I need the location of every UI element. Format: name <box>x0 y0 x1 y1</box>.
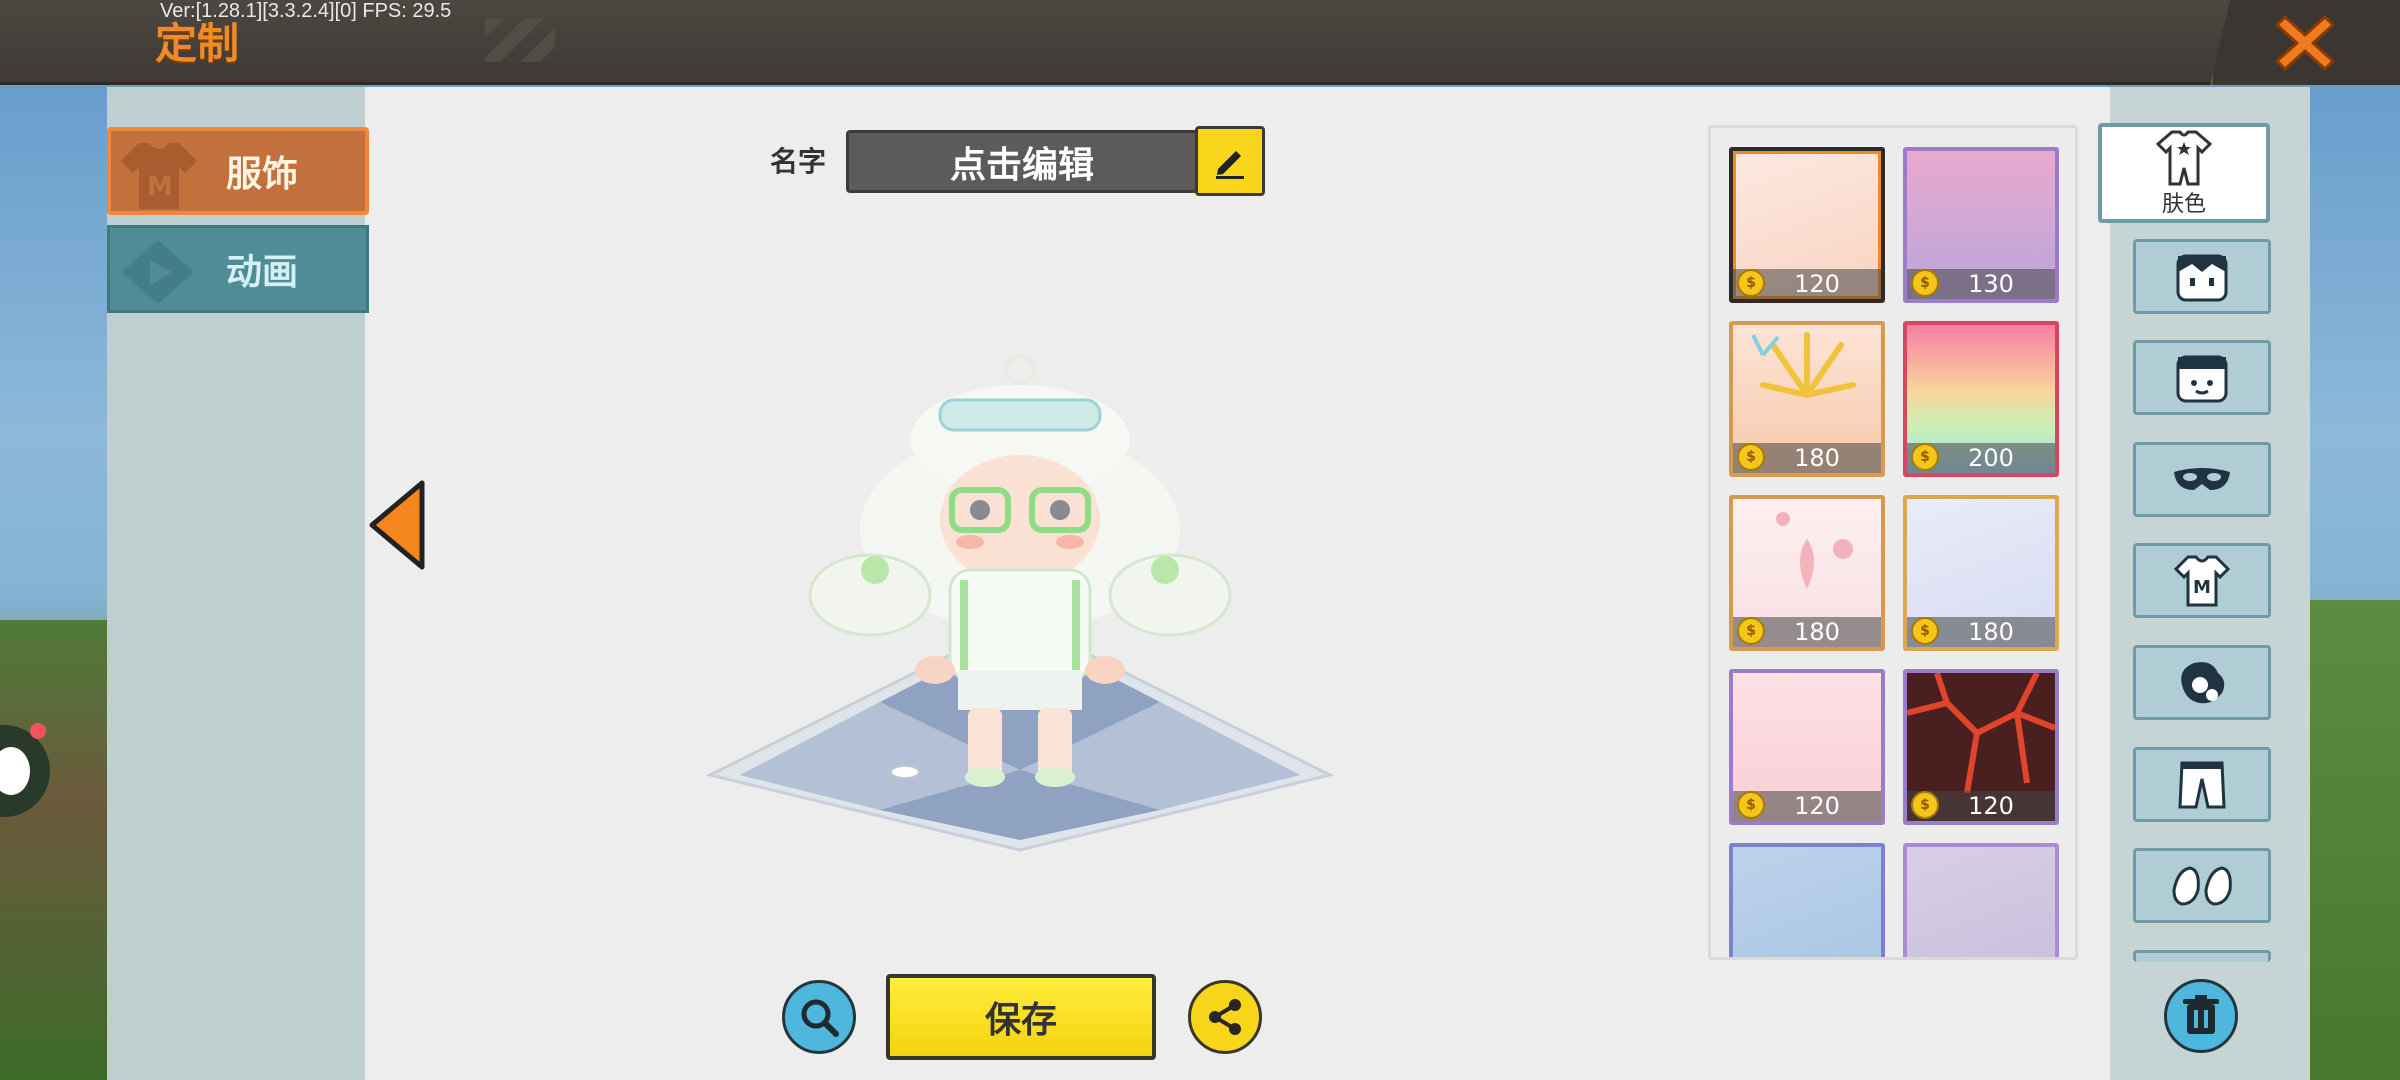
svg-text:M: M <box>2193 577 2211 598</box>
edit-name-button[interactable] <box>1195 126 1265 196</box>
category-clothes[interactable]: M <box>2133 543 2271 618</box>
lava-pattern <box>1907 673 2055 794</box>
mask-icon <box>2174 467 2230 490</box>
shoes-icon <box>2172 865 2232 906</box>
skin-color-grid: $120 $130 $180 $200 $180 $180 $120 $120 <box>1708 125 2078 960</box>
skin-swatch[interactable]: $180 <box>1903 495 2059 651</box>
delete-button[interactable] <box>2164 979 2238 1053</box>
coin-icon: $ <box>1737 269 1765 297</box>
price-bar: $120 <box>1907 791 2055 821</box>
skin-swatch[interactable] <box>1903 843 2059 957</box>
save-button[interactable]: 保存 <box>886 974 1156 1060</box>
skin-swatch[interactable]: $180 <box>1729 495 1885 651</box>
shirt-icon: M <box>121 143 197 209</box>
version-fps-text: Ver:[1.28.1][3.3.2.4][0] FPS: 29.5 <box>160 0 452 22</box>
notification-dot <box>30 723 46 739</box>
coin-icon: $ <box>1911 443 1939 471</box>
price-text: 200 <box>1968 444 2014 472</box>
rotate-left-arrow-icon[interactable] <box>366 477 428 573</box>
price-text: 130 <box>1968 270 2014 298</box>
character-preview[interactable] <box>690 330 1350 860</box>
skin-swatch[interactable]: $120 <box>1729 669 1885 825</box>
price-bar: $180 <box>1733 617 1881 647</box>
category-head[interactable] <box>2133 340 2271 415</box>
category-skin-color[interactable]: 肤色 <box>2098 123 2270 223</box>
skin-swatch[interactable]: $180 <box>1729 321 1885 477</box>
name-label: 名字 <box>770 145 827 178</box>
category-next-partial[interactable] <box>2133 950 2271 962</box>
price-text: 120 <box>1794 270 1840 298</box>
price-bar: $180 <box>1733 443 1881 473</box>
coin-icon: $ <box>1911 791 1939 819</box>
category-pants[interactable] <box>2133 747 2271 822</box>
face-icon <box>2176 254 2228 301</box>
close-button[interactable] <box>2270 8 2340 78</box>
tab-clothing-label: 服饰 <box>225 154 298 195</box>
topbar-stripe-decoration <box>485 18 555 62</box>
coin-icon: $ <box>1737 443 1765 471</box>
tab-animation-label: 动画 <box>225 252 298 293</box>
share-icon <box>1209 999 1241 1035</box>
firework-pattern <box>1751 332 1856 398</box>
pants-icon <box>2178 761 2226 808</box>
petal-pattern <box>1776 512 1853 589</box>
skin-swatch[interactable]: $120 <box>1729 147 1885 303</box>
tab-clothing[interactable]: M 服饰 <box>107 127 369 215</box>
animation-icon <box>122 240 194 304</box>
skin-swatch[interactable]: $130 <box>1903 147 2059 303</box>
head-icon <box>2176 355 2228 402</box>
coin-icon: $ <box>1737 617 1765 645</box>
skin-swatch[interactable]: $200 <box>1903 321 2059 477</box>
svg-text:M: M <box>147 172 173 202</box>
right-terrain <box>2305 600 2400 1080</box>
category-gloves[interactable] <box>2133 645 2271 720</box>
zoom-button[interactable] <box>782 980 856 1054</box>
price-text: 180 <box>1794 618 1840 646</box>
coin-icon: $ <box>1911 617 1939 645</box>
skin-swatch[interactable] <box>1729 843 1885 957</box>
coin-icon: $ <box>1911 269 1939 297</box>
magnifier-icon <box>801 999 839 1037</box>
trash-icon <box>2183 995 2219 1034</box>
price-text: 120 <box>1968 792 2014 820</box>
left-terrain <box>0 620 110 1080</box>
price-bar: $200 <box>1907 443 2055 473</box>
pencil-icon <box>1216 151 1244 179</box>
glove-icon <box>2181 661 2225 703</box>
price-text: 120 <box>1794 792 1840 820</box>
skin-swatch[interactable]: $120 <box>1903 669 2059 825</box>
category-mask[interactable] <box>2133 442 2271 517</box>
price-bar: $180 <box>1907 617 2055 647</box>
price-text: 180 <box>1968 618 2014 646</box>
coin-icon: $ <box>1737 791 1765 819</box>
price-bar: $130 <box>1907 269 2055 299</box>
shirt-icon: M <box>2173 555 2231 606</box>
name-field[interactable]: 点击编辑 <box>846 130 1198 193</box>
outfit-icon <box>2155 130 2213 186</box>
price-bar: $120 <box>1733 791 1881 821</box>
price-bar: $120 <box>1733 269 1881 299</box>
price-text: 180 <box>1794 444 1840 472</box>
close-icon <box>2275 15 2335 71</box>
tab-animation[interactable]: 动画 <box>107 225 369 313</box>
category-shoes[interactable] <box>2133 848 2271 923</box>
avatar-face <box>0 747 30 795</box>
category-skin-color-label: 肤色 <box>2161 192 2206 217</box>
category-face[interactable] <box>2133 239 2271 314</box>
share-button[interactable] <box>1188 980 1262 1054</box>
